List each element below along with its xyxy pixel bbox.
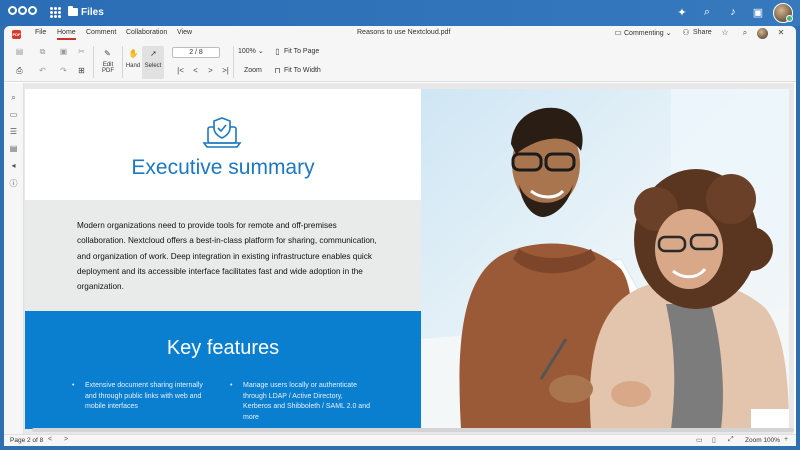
close-icon[interactable]: ✕ bbox=[776, 28, 786, 37]
collaboration-photo bbox=[421, 89, 789, 429]
nextcloud-logo-icon[interactable] bbox=[8, 6, 37, 15]
status-next-page-icon[interactable]: > bbox=[64, 436, 68, 443]
viewer-menubar: PDF File Home Comment Collaboration View… bbox=[4, 26, 796, 42]
apps-grid-icon[interactable] bbox=[50, 7, 61, 18]
page-status: Page 2 of 8 bbox=[10, 437, 44, 444]
edit-pdf-button[interactable]: Edit PDF bbox=[98, 62, 118, 74]
toolbar-divider bbox=[233, 46, 234, 78]
menu-view[interactable]: View bbox=[177, 29, 192, 36]
undo-icon[interactable]: ↶ bbox=[37, 66, 48, 75]
contacts-icon[interactable]: ▣ bbox=[751, 6, 765, 19]
search-document-icon[interactable]: ⌕ bbox=[740, 28, 750, 38]
info-panel-icon[interactable]: ⓘ bbox=[8, 178, 19, 189]
zoom-status: Zoom 100% bbox=[745, 437, 781, 444]
star-icon[interactable]: ☆ bbox=[720, 28, 730, 37]
select-tool-label: Select bbox=[144, 63, 162, 69]
save-icon[interactable]: ▤ bbox=[14, 47, 25, 56]
secure-laptop-icon bbox=[202, 117, 242, 148]
outline-panel-icon[interactable]: ☰ bbox=[8, 127, 19, 136]
status-indicator bbox=[786, 15, 793, 22]
next-page-icon[interactable]: > bbox=[205, 66, 216, 75]
page-number-input[interactable]: 2 / 8 bbox=[172, 47, 220, 58]
select-all-icon[interactable]: ⊞ bbox=[76, 66, 87, 75]
feature-bullet-1: Extensive document sharing internally an… bbox=[72, 381, 207, 413]
fit-to-width-button[interactable]: Fit To Width bbox=[284, 67, 321, 74]
pdf-file-icon: PDF bbox=[12, 30, 21, 39]
feature-bullet-2: Manage users locally or authenticate thr… bbox=[230, 381, 373, 423]
single-page-view-icon[interactable]: ▭ bbox=[696, 436, 703, 444]
document-canvas[interactable]: Executive summary Modern organizations n… bbox=[24, 83, 794, 434]
hand-tool-button[interactable]: Hand bbox=[123, 63, 143, 69]
commenting-label: Commenting bbox=[624, 30, 664, 37]
toolbar-divider bbox=[93, 46, 94, 78]
chevron-down-icon: ⌄ bbox=[665, 30, 672, 37]
horizontal-scrollbar[interactable] bbox=[24, 426, 794, 434]
cut-icon[interactable]: ✂ bbox=[76, 47, 87, 56]
select-cursor-icon: ➚ bbox=[150, 49, 157, 58]
pdf-viewer-window: PDF File Home Comment Collaboration View… bbox=[4, 26, 796, 446]
edit-pdf-icon: ✎ bbox=[104, 49, 111, 58]
hand-tool-icon: ✋ bbox=[128, 49, 139, 58]
share-user-icon: ⚇ bbox=[682, 28, 690, 37]
menu-comment[interactable]: Comment bbox=[86, 29, 116, 36]
zoom-label: Zoom bbox=[244, 67, 262, 74]
paste-icon[interactable]: ▣ bbox=[58, 47, 69, 56]
nextcloud-header: Files ✦ ⌕ ♪ ▣ bbox=[0, 0, 800, 26]
viewer-toolbar: ▤ ⎙ ⧉ ↶ ▣ ↷ ✂ ⊞ ✎ Edit PDF ✋ Hand ➚ Sele… bbox=[4, 42, 796, 82]
copy-icon[interactable]: ⧉ bbox=[37, 47, 48, 57]
summary-paragraph: Modern organizations need to provide too… bbox=[77, 221, 377, 292]
thumbnails-panel-icon[interactable]: ▤ bbox=[8, 144, 19, 153]
search-panel-icon[interactable]: ⌕ bbox=[8, 93, 19, 103]
folder-icon bbox=[68, 6, 78, 16]
pdf-page: Executive summary Modern organizations n… bbox=[25, 89, 789, 429]
notifications-icon[interactable]: ♪ bbox=[726, 6, 740, 18]
toolbar-divider bbox=[122, 46, 123, 78]
app-name[interactable]: Files bbox=[81, 7, 104, 18]
zoom-dropdown[interactable]: 100% ⌄ bbox=[238, 47, 266, 58]
fit-to-width-icon: ⊓ bbox=[274, 66, 281, 75]
fit-to-page-button[interactable]: Fit To Page bbox=[284, 48, 319, 55]
last-page-icon[interactable]: >| bbox=[220, 66, 231, 75]
status-bar: Page 2 of 8 < > ▭ ▯ ⤢ Zoom 100% + bbox=[4, 434, 796, 446]
previous-page-icon[interactable]: < bbox=[190, 66, 201, 75]
share-button[interactable]: Share bbox=[693, 29, 712, 36]
zoom-in-icon[interactable]: + bbox=[784, 436, 788, 443]
first-page-icon[interactable]: |< bbox=[175, 66, 186, 75]
document-title: Reasons to use Nextcloud.pdf bbox=[357, 29, 451, 36]
left-panel: ⌕ ▭ ☰ ▤ ◂ ⓘ bbox=[4, 83, 24, 434]
menu-collaboration[interactable]: Collaboration bbox=[126, 29, 167, 36]
scrollbar-thumb[interactable] bbox=[32, 428, 794, 432]
menu-home[interactable]: Home bbox=[57, 29, 76, 40]
collaborator-avatar[interactable] bbox=[757, 28, 768, 39]
zoom-value: 100% bbox=[238, 48, 256, 55]
status-prev-page-icon[interactable]: < bbox=[48, 436, 52, 443]
redo-icon[interactable]: ↷ bbox=[58, 66, 69, 75]
menu-file[interactable]: File bbox=[35, 29, 46, 36]
print-icon[interactable]: ⎙ bbox=[14, 66, 25, 76]
key-features-heading: Key features bbox=[166, 337, 280, 359]
comments-panel-icon[interactable]: ▭ bbox=[8, 110, 19, 119]
sparkle-icon[interactable]: ✦ bbox=[675, 6, 689, 19]
fit-view-icon[interactable]: ⤢ bbox=[728, 436, 734, 444]
comment-mode-icon: ▭ bbox=[614, 28, 622, 37]
commenting-mode-dropdown[interactable]: Commenting ⌄ bbox=[624, 29, 672, 37]
fit-to-page-icon: ▯ bbox=[275, 47, 280, 56]
annotations-panel-icon[interactable]: ◂ bbox=[8, 161, 19, 170]
dual-page-view-icon[interactable]: ▯ bbox=[712, 436, 716, 444]
search-icon[interactable]: ⌕ bbox=[700, 6, 714, 19]
executive-summary-heading: Executive summary bbox=[131, 156, 315, 179]
